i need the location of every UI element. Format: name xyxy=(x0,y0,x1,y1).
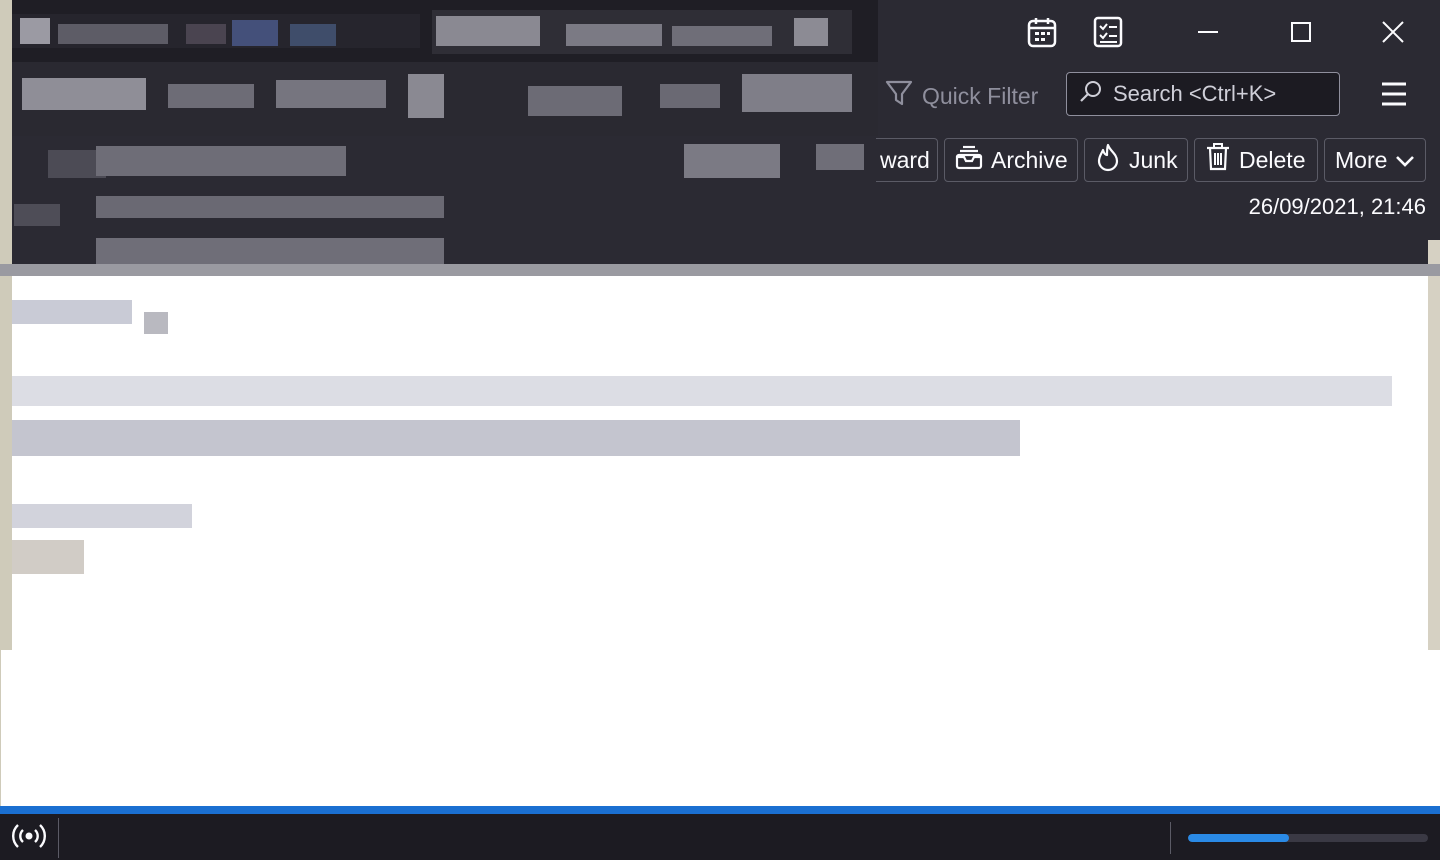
calendar-button[interactable] xyxy=(1018,8,1066,56)
redacted-block xyxy=(232,20,278,46)
redacted-block xyxy=(276,80,386,108)
redacted-block xyxy=(794,18,828,46)
tasks-button[interactable] xyxy=(1084,8,1132,56)
minimize-icon xyxy=(1197,21,1219,43)
archive-button[interactable]: Archive xyxy=(944,138,1078,182)
message-pane-empty xyxy=(0,650,1440,806)
scrollbar-track[interactable] xyxy=(1428,240,1440,650)
maximize-icon xyxy=(1290,21,1312,43)
redacted-block xyxy=(816,144,864,170)
redacted-block xyxy=(20,18,50,44)
redacted-block xyxy=(168,84,254,108)
redacted-block xyxy=(566,24,662,46)
header-divider xyxy=(0,264,1440,276)
quick-filter-button[interactable]: Quick Filter xyxy=(884,76,1038,116)
search-placeholder: Search <Ctrl+K> xyxy=(1113,81,1277,106)
archive-icon xyxy=(955,143,983,177)
progress-fill xyxy=(1188,834,1289,842)
message-date: 26/09/2021, 21:46 xyxy=(1248,194,1426,219)
message-subject-redacted xyxy=(96,146,346,176)
redacted-block xyxy=(290,24,336,46)
app-menu-button[interactable] xyxy=(1374,78,1414,114)
redacted-block xyxy=(14,204,60,226)
status-accent-line xyxy=(0,806,1440,814)
redacted-block xyxy=(684,144,780,178)
body-line-redacted xyxy=(12,540,84,574)
delete-button[interactable]: Delete xyxy=(1194,138,1318,182)
more-label: More xyxy=(1335,146,1388,173)
forward-label: ward xyxy=(880,146,930,173)
tasks-icon xyxy=(1093,16,1123,48)
redacted-block xyxy=(12,300,132,324)
message-from-redacted xyxy=(96,196,444,218)
chevron-down-icon xyxy=(1395,147,1415,174)
quick-filter-label: Quick Filter xyxy=(922,82,1039,109)
search-input[interactable]: Search <Ctrl+K> xyxy=(1066,72,1340,116)
message-body xyxy=(12,276,1428,650)
online-status-button[interactable] xyxy=(10,820,48,856)
body-line-redacted xyxy=(12,420,1020,456)
body-line-redacted xyxy=(12,376,1392,406)
archive-label: Archive xyxy=(991,146,1068,173)
progress-bar xyxy=(1188,834,1428,842)
junk-button[interactable]: Junk xyxy=(1084,138,1188,182)
body-line-redacted xyxy=(12,504,192,528)
online-status-icon xyxy=(12,821,46,855)
search-icon xyxy=(1079,79,1103,109)
status-separator xyxy=(58,818,59,858)
redacted-block xyxy=(528,86,622,116)
redacted-block xyxy=(408,74,444,118)
redacted-block xyxy=(436,16,540,46)
redacted-block xyxy=(742,74,852,112)
maximize-button[interactable] xyxy=(1277,8,1325,56)
redacted-block xyxy=(144,312,168,334)
junk-label: Junk xyxy=(1129,146,1178,173)
left-gutter xyxy=(0,0,12,650)
message-to-redacted xyxy=(96,238,444,264)
forward-button[interactable]: ward xyxy=(876,138,938,182)
redacted-block xyxy=(58,24,168,44)
redacted-block xyxy=(22,78,146,110)
filter-icon xyxy=(884,78,914,114)
redacted-block xyxy=(672,26,772,46)
calendar-icon xyxy=(1027,16,1057,48)
hamburger-menu-icon xyxy=(1380,81,1408,111)
more-button[interactable]: More xyxy=(1324,138,1426,182)
trash-icon xyxy=(1205,142,1231,178)
status-separator xyxy=(1170,822,1171,854)
minimize-button[interactable] xyxy=(1184,8,1232,56)
redacted-block xyxy=(186,24,226,44)
close-button[interactable] xyxy=(1369,8,1417,56)
close-icon xyxy=(1381,20,1405,44)
flame-icon xyxy=(1095,142,1121,178)
redacted-block xyxy=(660,84,720,108)
delete-label: Delete xyxy=(1239,146,1306,173)
